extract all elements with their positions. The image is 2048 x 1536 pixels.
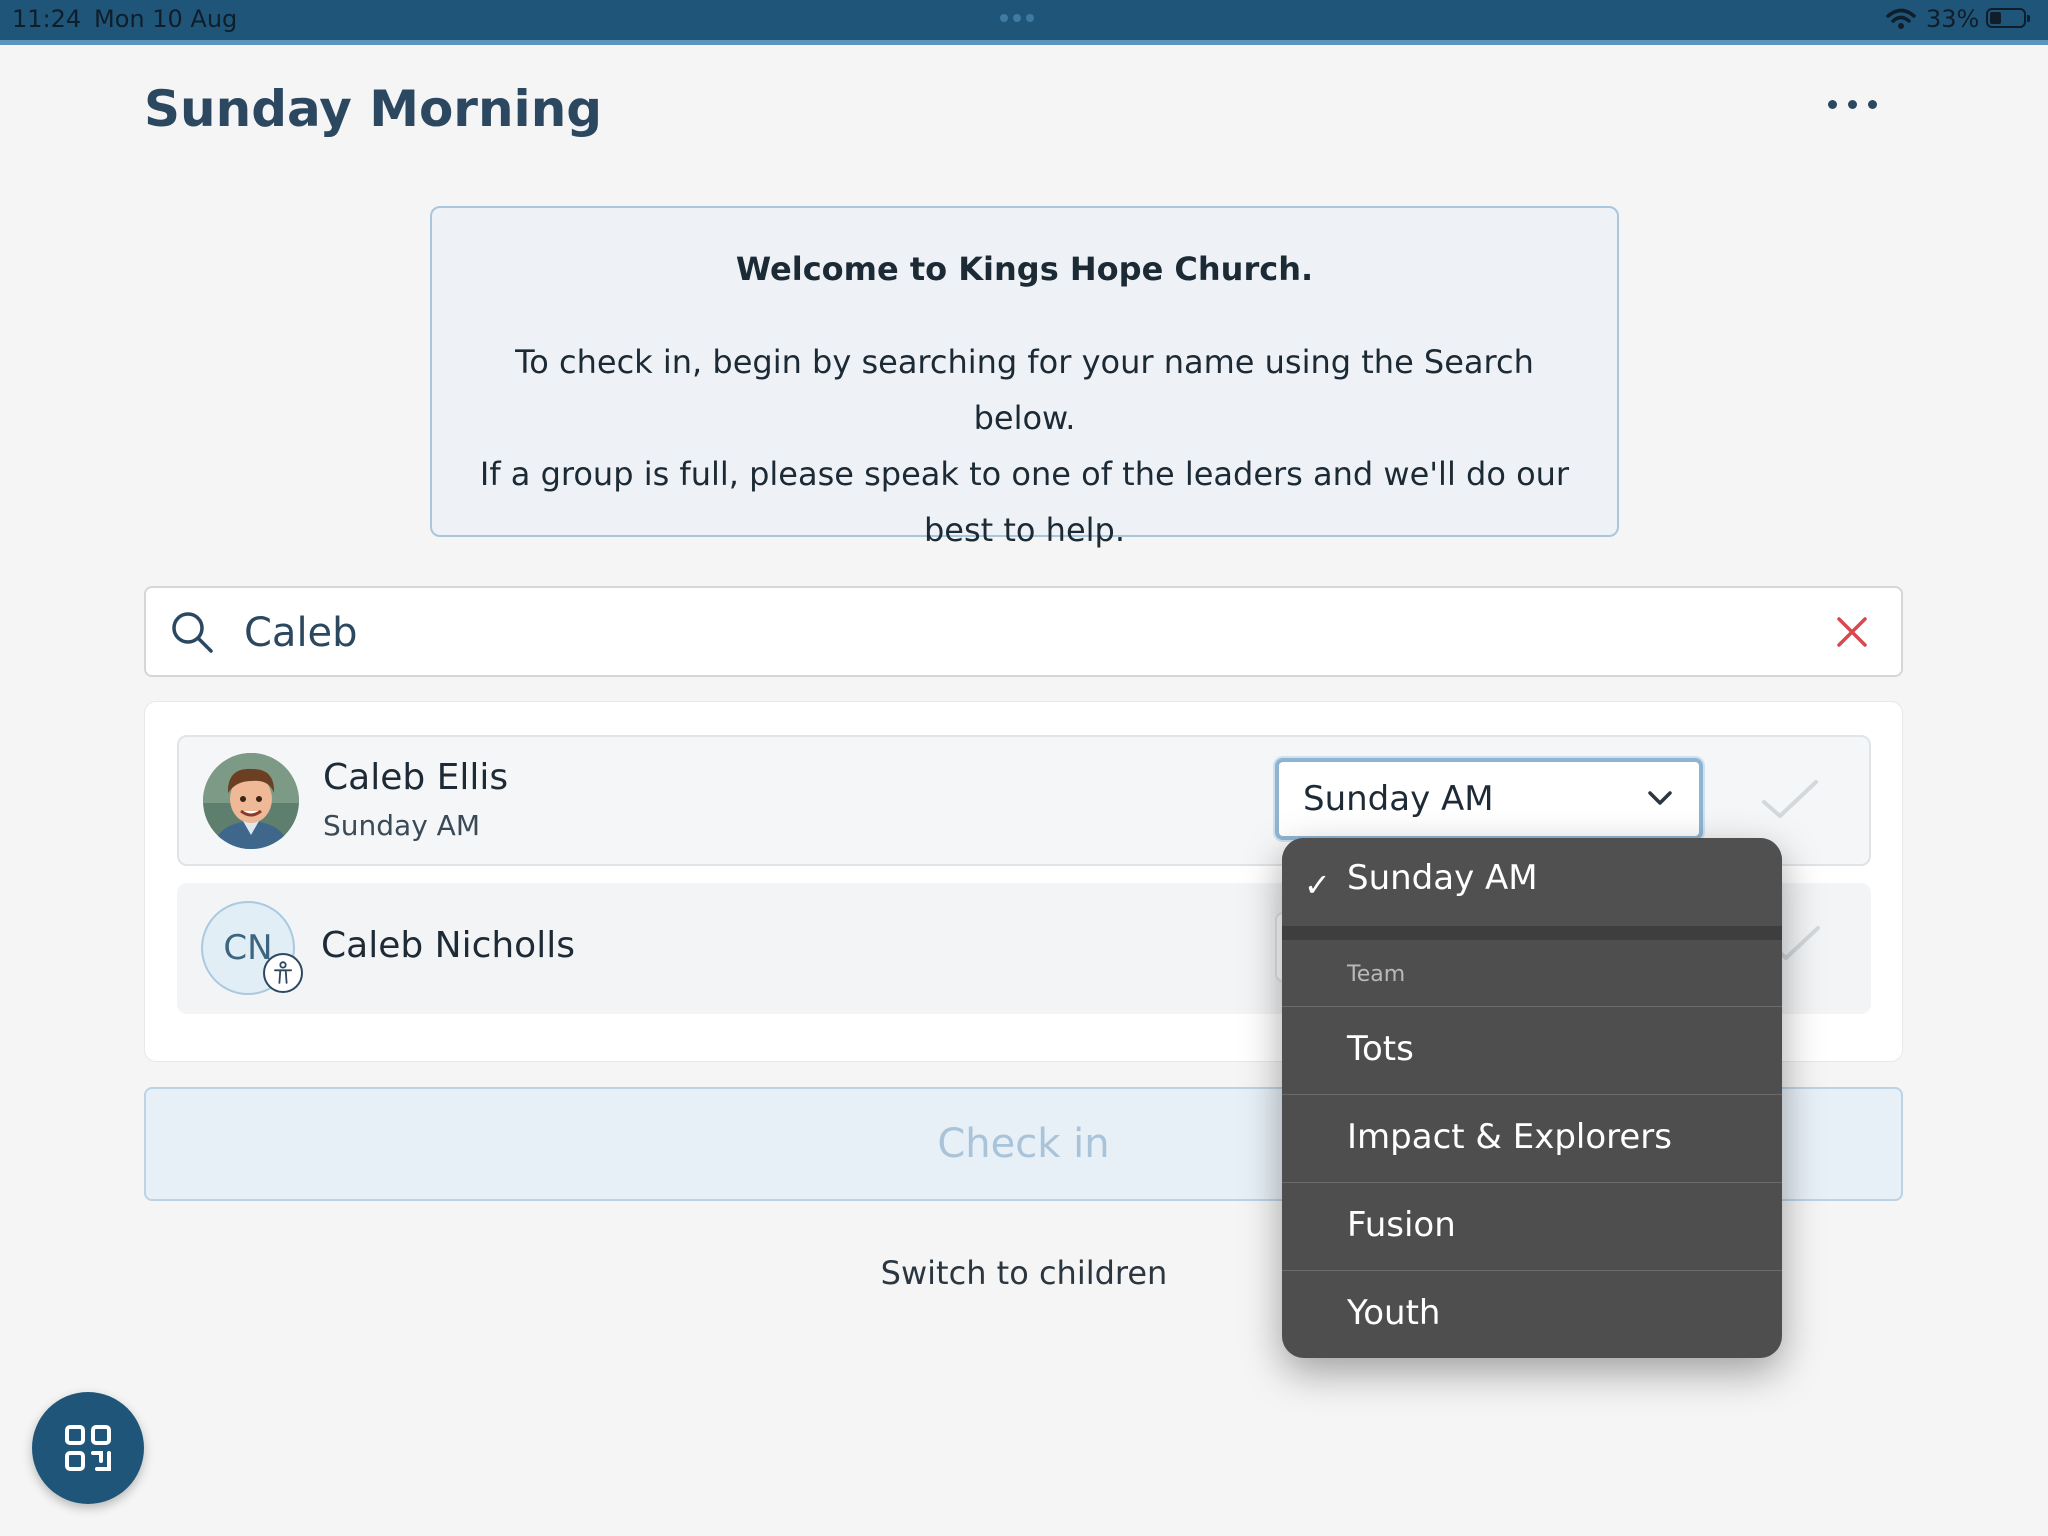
multitasking-dots-icon[interactable] <box>1000 14 1034 22</box>
battery-percent: 33% <box>1926 5 1980 33</box>
group-select-value: Sunday AM <box>1303 779 1494 819</box>
welcome-title: Welcome to Kings Hope Church. <box>735 250 1314 288</box>
checkmark-icon: ✓ <box>1304 866 1331 904</box>
qr-scan-button[interactable] <box>32 1392 144 1504</box>
qr-code-icon <box>65 1425 111 1471</box>
dropdown-option[interactable]: Youth <box>1282 1270 1782 1358</box>
welcome-line-1: To check in, begin by searching for your… <box>515 343 1534 437</box>
battery-icon <box>1986 8 2030 28</box>
group-select[interactable]: Sunday AM <box>1275 758 1703 840</box>
wifi-icon <box>1886 8 1916 29</box>
dropdown-option[interactable]: Fusion <box>1282 1182 1782 1270</box>
dropdown-option[interactable]: Impact & Explorers <box>1282 1094 1782 1182</box>
accessibility-icon <box>263 953 303 993</box>
person-name: Caleb Nicholls <box>321 925 575 966</box>
avatar <box>203 753 299 849</box>
dropdown-section-label: Team <box>1347 962 1406 987</box>
welcome-instructions: To check in, begin by searching for your… <box>472 334 1577 558</box>
status-time: 11:24 <box>12 5 82 33</box>
dropdown-option-label: Sunday AM <box>1347 858 1538 898</box>
welcome-line-2: If a group is full, please speak to one … <box>479 455 1570 549</box>
dropdown-option-label: Tots <box>1347 1029 1414 1069</box>
more-options-icon[interactable] <box>1828 100 1877 109</box>
person-photo-icon <box>203 753 299 849</box>
person-name: Caleb Ellis <box>323 757 509 798</box>
page-title: Sunday Morning <box>144 80 603 138</box>
dropdown-option-selected[interactable]: ✓ Sunday AM <box>1282 838 1782 926</box>
person-group: Sunday AM <box>323 809 480 842</box>
dropdown-option[interactable]: Tots <box>1282 1006 1782 1094</box>
search-input[interactable] <box>242 604 1746 662</box>
search-icon <box>172 612 213 653</box>
dropdown-divider <box>1282 926 1782 940</box>
status-bar: 11:24 Mon 10 Aug 33% <box>0 0 2048 45</box>
dropdown-option-label: Fusion <box>1347 1205 1456 1245</box>
search-box[interactable] <box>144 586 1903 677</box>
dropdown-option-label: Impact & Explorers <box>1347 1117 1672 1157</box>
check-icon[interactable] <box>1758 776 1822 824</box>
dropdown-option-label: Youth <box>1347 1293 1441 1333</box>
close-icon[interactable] <box>1836 616 1868 648</box>
group-dropdown-menu: ✓ Sunday AM Team Tots Impact & Explorers… <box>1282 838 1782 1358</box>
chevron-down-icon <box>1648 791 1672 805</box>
welcome-card: Welcome to Kings Hope Church. To check i… <box>430 206 1619 549</box>
status-date: Mon 10 Aug <box>94 5 238 33</box>
